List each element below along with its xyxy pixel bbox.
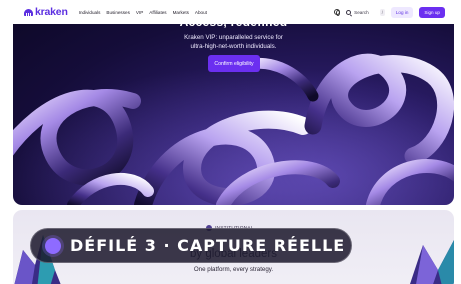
confirm-eligibility-button[interactable]: Confirm eligibility	[208, 55, 260, 72]
signup-button[interactable]: Sign up	[419, 6, 445, 18]
kraken-logo[interactable]: kraken	[24, 6, 68, 18]
nav-vip[interactable]: VIP	[136, 10, 143, 15]
nav-individuals[interactable]: Individuals	[79, 10, 101, 15]
search-button[interactable]: Search /	[346, 8, 385, 16]
login-button[interactable]: Log in	[390, 6, 414, 18]
kraken-logo-icon	[24, 8, 33, 16]
hero-subtitle: Kraken VIP: unparalleled service for ult…	[13, 33, 454, 51]
logo-text: kraken	[35, 6, 68, 18]
nav-businesses[interactable]: Businesses	[106, 10, 130, 15]
nav-affiliates[interactable]: Affiliates	[149, 10, 166, 15]
search-label: Search	[354, 9, 369, 15]
globe-icon[interactable]	[334, 9, 341, 16]
nav-about[interactable]: About	[195, 10, 207, 15]
search-shortcut: /	[379, 8, 385, 16]
hero-subtitle-line2: ultra-high-net-worth individuals.	[190, 43, 277, 50]
vip-hero: Access, redefined Kraken VIP: unparallel…	[13, 6, 454, 205]
hero-subtitle-line1: Kraken VIP: unparalleled service for	[184, 34, 283, 41]
main-nav: Individuals Businesses VIP Affiliates Ma…	[79, 10, 207, 15]
header-actions: Search / Log in Sign up	[334, 6, 445, 18]
record-dot-icon	[45, 237, 61, 254]
institutional-tagline: One platform, every strategy.	[193, 266, 274, 273]
top-navbar: kraken Individuals Businesses VIP Affili…	[0, 0, 461, 24]
page: Access, redefined Kraken VIP: unparallel…	[0, 0, 461, 284]
scroll-capture-overlay: DÉFILÉ 3 · CAPTURE RÉELLE	[30, 228, 352, 263]
search-icon	[346, 9, 352, 15]
overlay-label: DÉFILÉ 3 · CAPTURE RÉELLE	[70, 236, 346, 255]
nav-markets[interactable]: Markets	[173, 10, 189, 15]
